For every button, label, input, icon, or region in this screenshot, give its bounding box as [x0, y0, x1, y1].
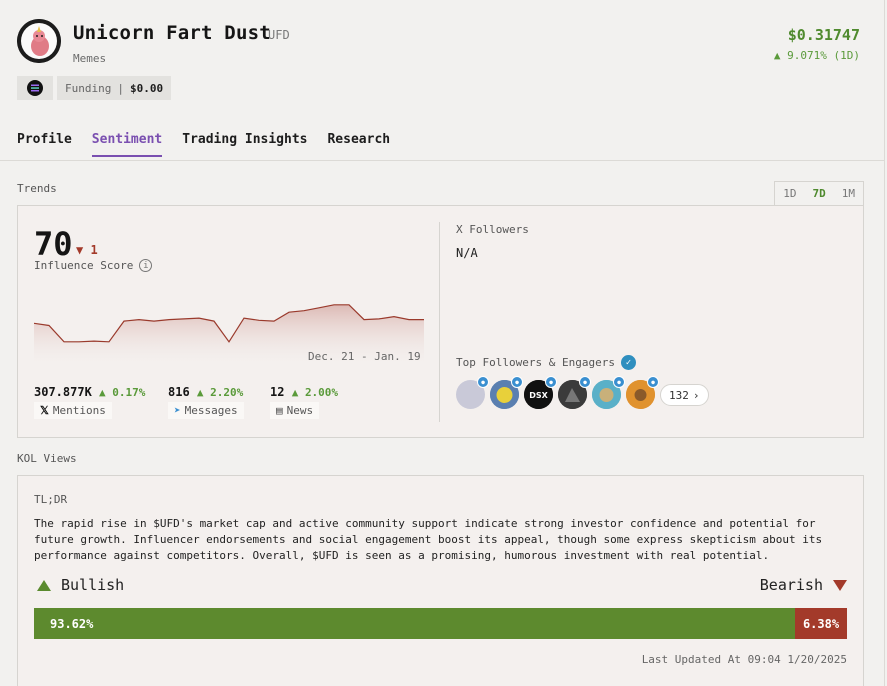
token-category: Memes [73, 52, 107, 65]
tab-trading-insights[interactable]: Trading Insights [182, 132, 307, 157]
follower-avatar[interactable]: ● [456, 376, 489, 409]
tab-research[interactable]: Research [327, 132, 390, 157]
range-7d[interactable]: 7D [805, 182, 834, 205]
verified-badge-icon: ✓ [620, 355, 636, 370]
funding-chip: Funding | $0.00 [57, 76, 172, 100]
news-stat: 12 ▲ 2.00% [270, 385, 338, 399]
sentiment-bar: 93.62% 6.38% [34, 608, 847, 639]
telegram-icon: ➤ [174, 404, 181, 417]
funding-value: $0.00 [129, 81, 164, 95]
token-name: Unicorn Fart Dust [73, 22, 271, 44]
tab-sentiment[interactable]: Sentiment [91, 132, 163, 157]
newspaper-icon: ▤ [276, 404, 283, 417]
news-label: News [286, 404, 314, 417]
follower-avatar[interactable]: ● [558, 376, 591, 409]
bullish-header: Bullish [37, 576, 124, 594]
top-followers-label-text: Top Followers & Engagers [456, 356, 615, 369]
token-avatar [17, 19, 61, 63]
chat-badge-icon: ● [477, 376, 489, 388]
messages-change: ▲ 2.20% [196, 386, 244, 399]
funding-label: Funding [65, 81, 112, 95]
down-arrow-icon: ▼ [76, 243, 84, 257]
bearish-arrow-icon [833, 579, 847, 591]
influence-score: 70 [34, 225, 73, 263]
messages-tag: ➤ Messages [168, 402, 244, 419]
info-icon[interactable]: i [139, 259, 153, 272]
price-change-value: 9.071% (1D) [787, 49, 860, 62]
tldr-label: TL;DR [34, 493, 68, 506]
tabs-divider [0, 160, 885, 161]
messages-value: 816 [168, 385, 190, 399]
bullish-pct: 93.62% [50, 616, 94, 631]
bearish-label: Bearish [759, 576, 823, 594]
messages-stat: 816 ▲ 2.20% [168, 385, 243, 399]
chat-badge-icon: ● [545, 376, 557, 388]
chart-date-range: Dec. 21 - Jan. 19 [308, 350, 421, 363]
chat-badge-icon: ● [647, 376, 659, 388]
tab-bar: Profile Sentiment Trading Insights Resea… [17, 132, 390, 157]
chevron-right-icon: › [692, 388, 700, 402]
chat-badge-icon: ● [511, 376, 523, 388]
chat-badge-icon: ● [613, 376, 625, 388]
more-followers-count: 132 [669, 388, 689, 402]
solana-icon [27, 80, 43, 96]
svg-text:DSX: DSX [529, 391, 548, 400]
x-followers-label: X Followers [456, 223, 529, 236]
mentions-stat: 307.877K ▲ 0.17% [34, 385, 145, 399]
news-change: ▲ 2.00% [291, 386, 339, 399]
token-symbol: UFD [268, 28, 290, 42]
news-tag: ▤ News [270, 402, 320, 419]
messages-pct: 2.20% [210, 386, 244, 399]
bullish-bar: 93.62% [34, 608, 795, 639]
top-followers-label: Top Followers & Engagers ✓ [456, 355, 636, 370]
bearish-header: Bearish [760, 576, 847, 594]
news-pct: 2.00% [304, 386, 339, 399]
trends-divider [439, 222, 440, 422]
x-logo-icon: 𝕏 [40, 404, 49, 417]
follower-avatar[interactable]: ● [490, 376, 523, 409]
influence-score-label: Influence Score i [34, 259, 153, 272]
mentions-tag: 𝕏 Mentions [34, 402, 112, 419]
news-value: 12 [270, 385, 285, 399]
x-followers-value: N/A [456, 246, 478, 260]
tldr-text: The rapid rise in $UFD's market cap and … [34, 517, 823, 562]
price-change: ▲ 9.071% (1D) [774, 49, 860, 62]
mentions-label: Mentions [52, 404, 106, 417]
follower-avatar[interactable]: DSX ● [524, 376, 557, 409]
range-1d[interactable]: 1D [775, 182, 804, 205]
up-arrow-icon: ▲ [773, 49, 781, 62]
page-right-border [884, 0, 885, 686]
bullish-arrow-icon [37, 579, 51, 591]
influence-score-label-text: Influence Score [34, 259, 134, 272]
bearish-pct: 6.38% [802, 616, 840, 631]
messages-label: Messages [184, 404, 238, 417]
more-followers-button[interactable]: 132 › [660, 384, 709, 406]
range-1m[interactable]: 1M [834, 182, 863, 205]
trends-label: Trends [17, 182, 57, 195]
solana-chain-chip[interactable] [17, 76, 53, 100]
score-delta-value: 1 [90, 243, 98, 257]
mentions-change: ▲ 0.17% [99, 386, 146, 399]
last-updated: Last Updated At 09:04 1/20/2025 [641, 653, 847, 666]
tab-profile[interactable]: Profile [17, 132, 72, 157]
mentions-pct: 0.17% [112, 386, 146, 399]
follower-avatar[interactable]: ● [592, 376, 625, 409]
chat-badge-icon: ● [579, 376, 591, 388]
mentions-value: 307.877K [34, 385, 92, 399]
follower-avatar[interactable]: ● [626, 376, 659, 409]
kol-views-label: KOL Views [17, 452, 77, 465]
bearish-bar: 6.38% [795, 608, 847, 639]
bullish-label: Bullish [61, 576, 125, 594]
funding-divider: | [117, 81, 124, 95]
range-selector: 1D 7D 1M [774, 181, 864, 205]
token-price: $0.31747 [787, 26, 860, 44]
score-delta: ▼ 1 [76, 243, 98, 257]
